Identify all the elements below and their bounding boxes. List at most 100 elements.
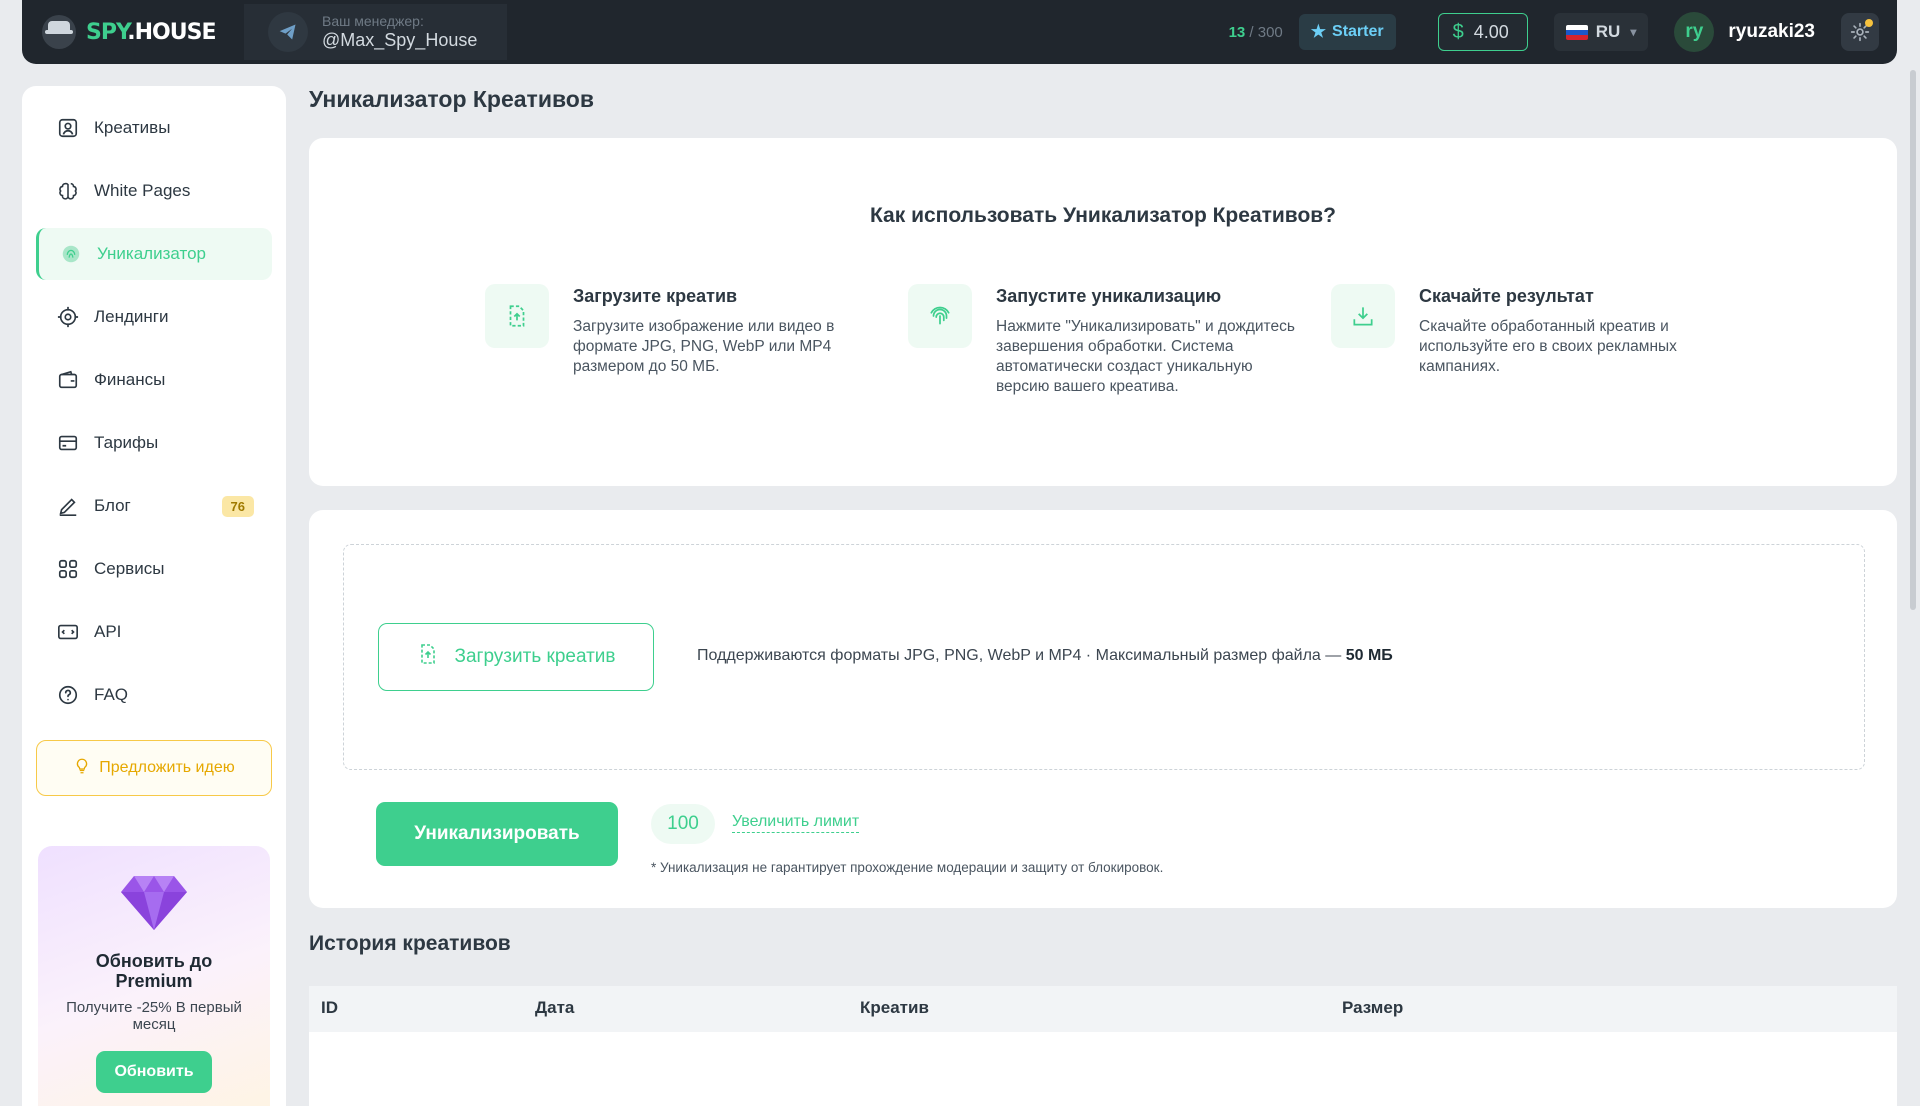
step-title: Запустите уникализацию [996,286,1222,306]
wallet-icon [56,368,80,392]
history-table: ID Дата Креатив Размер [309,986,1897,1106]
upload-card: Загрузить креатив Поддерживаются форматы… [309,510,1897,908]
formats-info: Поддерживаются форматы JPG, PNG, WebP и … [697,647,1393,665]
balance-value: 4.00 [1473,21,1509,42]
upload-creative-button[interactable]: Загрузить креатив [378,623,654,691]
sidebar: Креативы White Pages Уникализатор Лендин… [22,86,286,1106]
step-text: Нажмите "Уникализировать" и дождитесь за… [996,318,1295,395]
sidebar-item-label: Уникализатор [97,244,206,263]
manager-name[interactable]: @Max_Spy_House [322,30,477,51]
suggest-idea-label: Предложить идею [99,759,235,776]
max-size: 50 МБ [1345,647,1393,664]
counter-used: 13 [1228,23,1246,41]
sidebar-item-label: Лендинги [94,307,169,326]
page-title: Уникализатор Креативов [309,86,594,112]
column-header-date[interactable]: Дата [535,998,574,1018]
plan-label: Starter [1332,23,1384,40]
download-icon [1331,284,1395,348]
sidebar-item-uniqualizer[interactable]: Уникализатор [36,228,272,280]
step-title: Загрузите креатив [573,286,738,306]
step-run: Запустите уникализацию Нажмите "Уникализ… [908,284,1308,397]
howto-card: Как использовать Уникализатор Креативов?… [309,138,1897,486]
sidebar-item-label: White Pages [94,181,191,200]
premium-promo: Обновить до Premium Получите -25% В перв… [38,846,270,1106]
lightbulb-icon [73,757,91,780]
sidebar-item-blog[interactable]: Блог 76 [36,480,272,532]
sidebar-item-creatives[interactable]: Креативы [36,102,272,154]
sidebar-item-label: Финансы [94,370,166,389]
sidebar-item-white-pages[interactable]: White Pages [36,165,272,217]
grid-icon [56,557,80,581]
api-icon [56,620,80,644]
upload-file-icon [485,284,549,348]
upload-file-icon [416,642,440,672]
plan-badge[interactable]: ★ Starter [1298,14,1396,50]
promo-subtitle: Получите -25% В первый месяц [66,999,242,1033]
history-title: История креативов [309,932,511,955]
sidebar-item-label: Блог [94,496,131,515]
step-text: Загрузите изображение или видео в формат… [573,318,835,375]
scrollbar-thumb[interactable] [1910,70,1916,610]
notification-dot [1865,19,1873,27]
star-icon: ★ [1310,22,1327,41]
chevron-down-icon: ▾ [1630,25,1637,39]
logo-house: .HOUSE [127,19,216,45]
increase-limit-link[interactable]: Увеличить лимит [732,813,860,833]
sidebar-item-services[interactable]: Сервисы [36,543,272,595]
fingerprint-icon [908,284,972,348]
target-icon [56,305,80,329]
sidebar-item-label: FAQ [94,685,129,704]
username[interactable]: ryuzaki23 [1728,21,1815,43]
upgrade-button[interactable]: Обновить [96,1051,212,1093]
question-icon [56,683,80,707]
card-icon [56,431,80,455]
sidebar-item-api[interactable]: API [36,606,272,658]
upload-creative-label: Загрузить креатив [454,646,616,667]
step-title: Скачайте результат [1419,286,1594,306]
logo-spy: SPY [86,19,128,45]
pen-icon [56,494,80,518]
logo[interactable]: SPY.HOUSE [22,0,244,64]
dollar-icon: $ [1452,20,1464,43]
sidebar-item-faq[interactable]: FAQ [36,669,272,721]
manager-contact[interactable]: Ваш менеджер: @Max_Spy_House [244,4,508,60]
uniqualize-button[interactable]: Уникализировать [376,802,618,866]
brain-icon [56,179,80,203]
top-bar: SPY.HOUSE Ваш менеджер: @Max_Spy_House 1… [22,0,1897,64]
fingerprint-icon [59,242,83,266]
column-header-size[interactable]: Размер [1342,998,1403,1018]
balance-button[interactable]: $4.00 [1437,13,1528,51]
limit-count: 100 [651,804,715,844]
request-counter: 13 / 300 [1229,24,1283,41]
formats-text: Поддерживаются форматы JPG, PNG, WebP и … [697,647,1342,664]
column-header-id[interactable]: ID [321,998,338,1018]
step-text: Скачайте обработанный креатив и использу… [1419,318,1677,375]
step-upload: Загрузите креатив Загрузите изображение … [485,284,885,377]
russian-flag-icon [1565,24,1588,40]
telegram-icon [268,12,308,52]
spy-hat-icon [42,15,76,49]
sidebar-item-label: API [94,622,122,641]
disclaimer: * Уникализация не гарантирует прохождени… [651,860,1164,875]
counter-total: / 300 [1245,23,1283,41]
logo-text: SPY.HOUSE [86,19,216,45]
language-value: RU [1595,22,1621,41]
sidebar-item-finance[interactable]: Финансы [36,354,272,406]
promo-title: Обновить до Premium [95,951,213,991]
avatar[interactable]: ry [1674,12,1715,52]
dropzone[interactable]: Загрузить креатив Поддерживаются форматы… [343,544,1865,770]
manager-label: Ваш менеджер: [322,13,424,29]
sidebar-item-tariffs[interactable]: Тарифы [36,417,272,469]
sidebar-item-landings[interactable]: Лендинги [36,291,272,343]
table-header: ID Дата Креатив Размер [309,986,1897,1032]
column-header-creative[interactable]: Креатив [860,998,929,1018]
language-select[interactable]: RU ▾ [1553,13,1649,51]
sidebar-item-label: Тарифы [94,433,159,452]
suggest-idea-button[interactable]: Предложить идею [36,740,272,796]
sidebar-item-label: Креативы [94,118,171,137]
step-download: Скачайте результат Скачайте обработанный… [1331,284,1751,377]
howto-title: Как использовать Уникализатор Креативов? [869,204,1337,227]
diamond-icon [38,872,270,937]
settings-button[interactable] [1841,13,1879,51]
sidebar-item-label: Сервисы [94,559,165,578]
